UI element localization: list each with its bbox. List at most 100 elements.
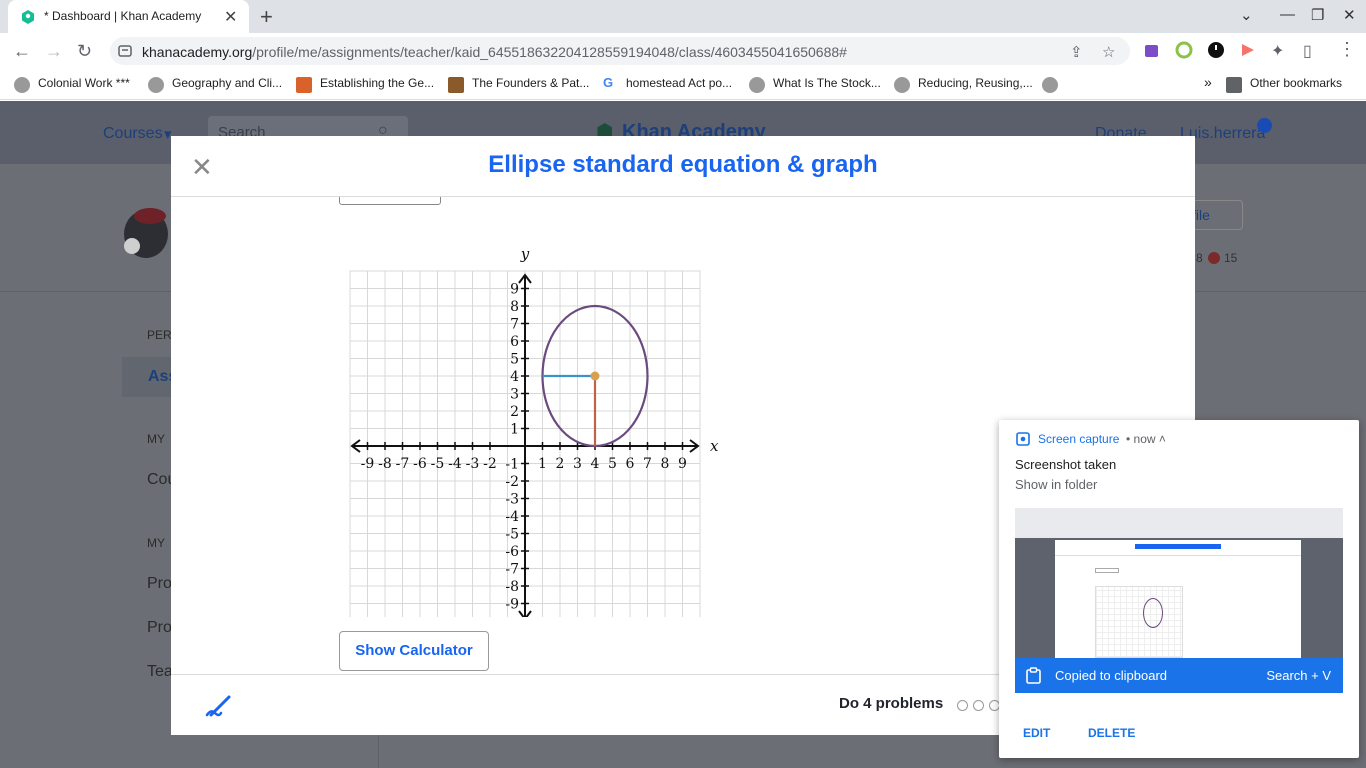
answer-input[interactable] (339, 197, 441, 205)
y-tick-label: 6 (510, 334, 519, 350)
avatar (112, 194, 176, 266)
x-tick-label: -4 (448, 456, 462, 472)
tab-close-icon[interactable]: ✕ (224, 7, 237, 27)
extension-puzzle-purple-icon[interactable] (1143, 41, 1161, 59)
bookmark-star-icon[interactable]: ☆ (1102, 43, 1115, 61)
y-tick-label: -2 (505, 474, 519, 490)
bookmarks-overflow-icon[interactable]: » (1204, 74, 1212, 90)
browser-toolbar: ← → ↻ khanacademy.org/profile/me/assignm… (0, 33, 1366, 69)
x-tick-label: -2 (483, 456, 497, 472)
sidebar-item[interactable]: Tea (147, 663, 173, 681)
sidebar-item[interactable]: Pro (147, 619, 172, 637)
sidebar-heading: MY (147, 536, 165, 550)
x-tick-label: 2 (556, 456, 565, 472)
x-tick-label: 1 (538, 456, 547, 472)
extension-screencast-icon[interactable] (1239, 41, 1257, 59)
bookmark-0[interactable]: Colonial Work *** (38, 76, 130, 90)
bookmark-5[interactable]: What Is The Stock... (773, 76, 881, 90)
y-tick-label: 8 (510, 299, 519, 315)
x-tick-label: 8 (661, 456, 670, 472)
stat-fragment-a: 8 (1196, 251, 1203, 265)
chrome-menu-icon[interactable]: ⋮ (1338, 39, 1356, 60)
x-tick-label: -7 (396, 456, 410, 472)
new-tab-icon[interactable]: + (260, 4, 273, 30)
bookmark-6[interactable]: Reducing, Reusing,... (918, 76, 1033, 90)
x-tick-label: -8 (378, 456, 392, 472)
screen-capture-icon (1016, 432, 1030, 446)
avatar-creature-icon (124, 208, 168, 258)
url-path: /profile/me/assignments/teacher/kaid_645… (252, 44, 847, 60)
x-tick-label: 5 (608, 456, 617, 472)
center-point (590, 371, 600, 381)
bookmark-4[interactable]: homestead Act po... (626, 76, 732, 90)
edit-profile-button[interactable]: file (1190, 200, 1243, 230)
extension-power-icon[interactable] (1207, 41, 1225, 59)
y-tick-label: 1 (510, 422, 519, 438)
x-tick-label: 9 (678, 456, 687, 472)
x-tick-label: -3 (466, 456, 480, 472)
edit-button[interactable]: EDIT (1023, 726, 1050, 740)
address-bar[interactable]: khanacademy.org/profile/me/assignments/t… (110, 37, 1130, 65)
y-tick-label: 4 (510, 369, 519, 385)
side-panel-icon[interactable]: ▯ (1303, 41, 1312, 61)
back-icon[interactable]: ← (13, 41, 31, 62)
progress-dot (973, 700, 984, 711)
tab-strip: * Dashboard | Khan Academy ✕ + ⌄ — ❐ ✕ (0, 0, 1366, 33)
url-host: khanacademy.org (142, 44, 253, 60)
notification-app-name: Screen capture (1038, 432, 1120, 446)
x-tick-label: -9 (361, 456, 375, 472)
reload-icon[interactable]: ↻ (77, 41, 92, 62)
copied-to-clipboard-bar[interactable]: Copied to clipboard Search + V (1015, 658, 1343, 693)
khan-academy-favicon-icon (22, 10, 34, 24)
extensions-puzzle-icon[interactable]: ✦ (1271, 41, 1284, 61)
tab-dashboard[interactable]: * Dashboard | Khan Academy ✕ (8, 0, 249, 33)
globe-icon[interactable] (1042, 77, 1058, 93)
bookmark-favicon-icon (296, 77, 312, 93)
x-tick-label: -5 (431, 456, 445, 472)
globe-icon (148, 77, 164, 93)
y-tick-label: -8 (505, 579, 519, 595)
bookmark-3[interactable]: The Founders & Pat... (472, 76, 589, 90)
bookmark-2[interactable]: Establishing the Ge... (320, 76, 434, 90)
minimize-icon[interactable]: — (1280, 6, 1295, 23)
other-bookmarks[interactable]: Other bookmarks (1250, 76, 1342, 90)
courses-menu[interactable]: Courses (103, 125, 163, 143)
scratchpad-pencil-icon[interactable] (203, 691, 233, 721)
y-tick-label: 7 (510, 317, 519, 333)
clipboard-icon (1026, 667, 1041, 684)
show-calculator-button[interactable]: Show Calculator (339, 631, 489, 671)
stat-fragment-b: 15 (1224, 251, 1238, 265)
delete-button[interactable]: DELETE (1088, 726, 1135, 740)
bookmark-favicon-icon (448, 77, 464, 93)
x-axis-label: x (710, 437, 719, 455)
y-tick-label: -3 (505, 492, 519, 508)
restore-icon[interactable]: ❐ (1311, 6, 1324, 24)
folder-icon (1226, 77, 1242, 93)
x-tick-label: 4 (591, 456, 600, 472)
sidebar-item[interactable]: Pro (147, 575, 172, 593)
globe-icon (749, 77, 765, 93)
x-tick-label: 6 (626, 456, 635, 472)
x-tick-label: 3 (573, 456, 582, 472)
window-close-icon[interactable]: ✕ (1343, 6, 1356, 24)
tab-search-chevron-icon[interactable]: ⌄ (1240, 6, 1253, 24)
extension-timer-icon[interactable] (1175, 41, 1193, 59)
y-axis-label: y (520, 245, 530, 263)
notification-time[interactable]: • now ˄ (1126, 432, 1166, 446)
url-text[interactable]: khanacademy.org/profile/me/assignments/t… (142, 44, 847, 60)
google-icon: G (603, 75, 614, 90)
forward-icon[interactable]: → (45, 41, 63, 62)
y-tick-label: -7 (505, 562, 519, 578)
show-in-folder-link[interactable]: Show in folder (1015, 477, 1097, 492)
clipboard-message: Copied to clipboard (1055, 668, 1168, 683)
bookmarks-bar: Colonial Work *** Geography and Cli... E… (0, 69, 1366, 100)
y-tick-label: -9 (505, 597, 519, 613)
screenshot-thumbnail[interactable] (1015, 508, 1343, 658)
y-tick-label: 9 (510, 282, 519, 298)
site-info-icon[interactable] (118, 44, 132, 58)
y-tick-label: -1 (505, 457, 519, 473)
share-icon[interactable]: ⇪ (1070, 43, 1083, 61)
globe-icon (14, 77, 30, 93)
bookmark-1[interactable]: Geography and Cli... (172, 76, 282, 90)
sidebar-heading: PER (147, 328, 172, 342)
